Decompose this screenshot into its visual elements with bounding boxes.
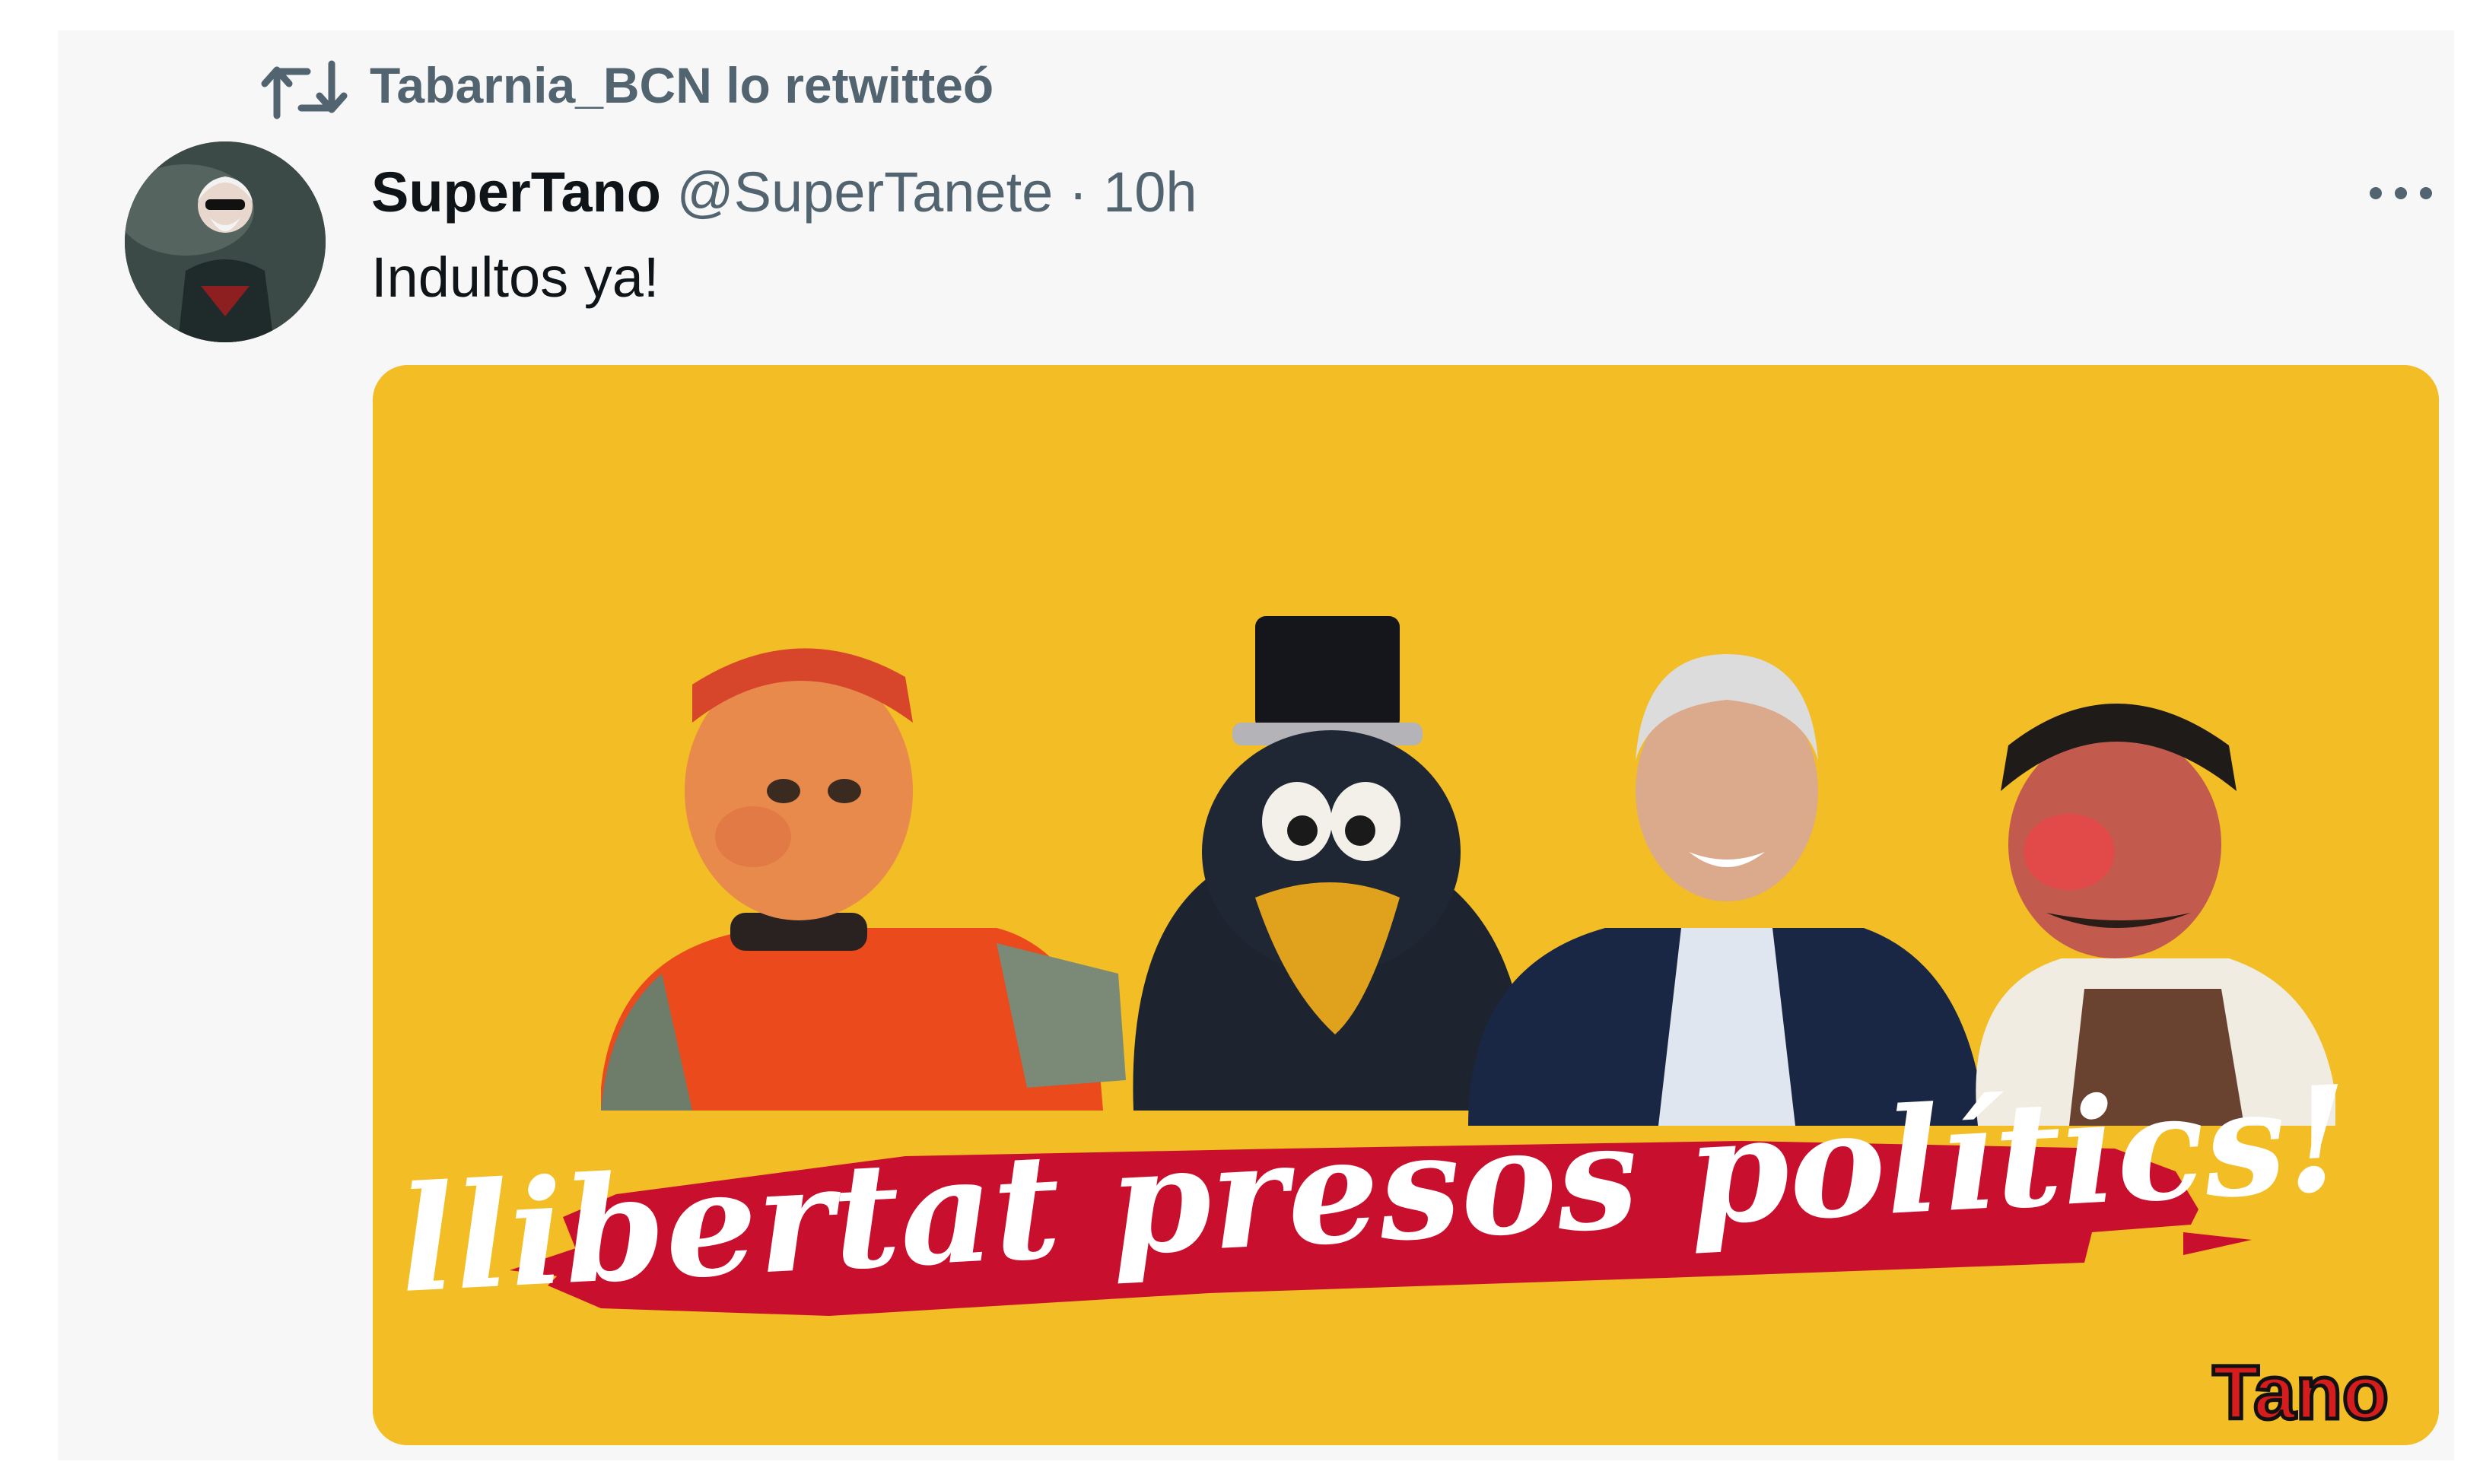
tweet-text: Indultos ya! [371, 246, 660, 309]
separator-dot: · [1068, 160, 1088, 224]
user-handle[interactable]: @SuperTanete [677, 160, 1054, 224]
tweet-header: SuperTano @SuperTanete · 10h [371, 158, 1197, 227]
timestamp[interactable]: 10h [1103, 160, 1197, 224]
retweet-label[interactable]: Tabarnia_BCN lo retwitteó [370, 56, 994, 114]
avatar[interactable] [125, 141, 326, 342]
more-options-button[interactable] [2355, 164, 2446, 225]
watermark-text: Tano [2213, 1350, 2389, 1435]
tweet-media-image[interactable]: llibertat presos polítics! Tano [373, 365, 2439, 1445]
retweet-icon [260, 55, 348, 125]
tweet-card[interactable]: Tabarnia_BCN lo retwitteó SuperTano @Sup… [58, 30, 2454, 1460]
more-dots-icon [2367, 186, 2435, 205]
display-name[interactable]: SuperTano [371, 160, 661, 224]
